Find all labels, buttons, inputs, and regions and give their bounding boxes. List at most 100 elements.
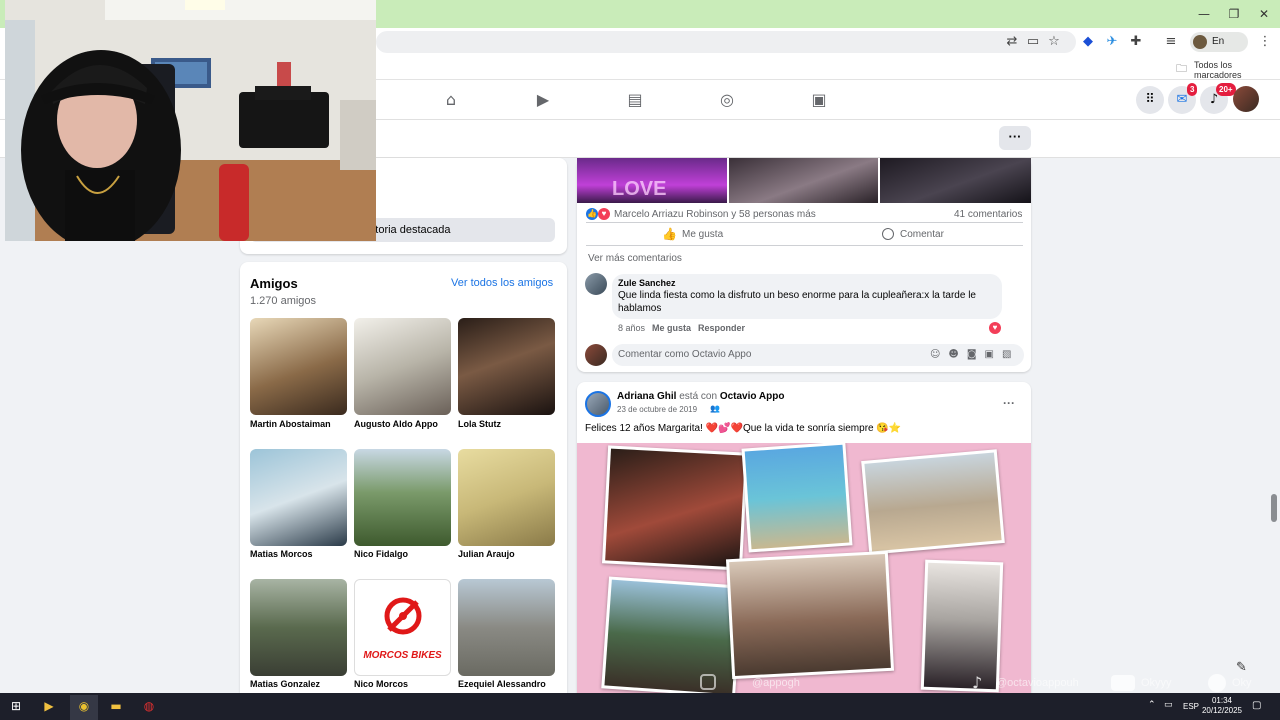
friend-photo[interactable] xyxy=(354,579,451,676)
obs-icon[interactable]: ◍ xyxy=(141,698,157,714)
see-all-friends-link[interactable]: Ver todos los amigos xyxy=(451,277,553,289)
friend-photo[interactable] xyxy=(354,449,451,546)
comment-button[interactable]: Comentar xyxy=(900,229,944,240)
new-message-edit-icon[interactable]: ✎ xyxy=(1236,660,1247,675)
chrome-icon[interactable]: ◉ xyxy=(76,698,92,714)
avatar[interactable] xyxy=(585,273,607,295)
divider xyxy=(586,245,1023,246)
friend-name[interactable]: Julian Araujo xyxy=(458,549,515,559)
see-more-comments-link[interactable]: Ver más comentarios xyxy=(588,253,682,264)
gaming-icon[interactable]: ▣ xyxy=(808,89,830,111)
reactions-summary[interactable]: Marcelo Arriazu Robinson y 58 personas m… xyxy=(614,209,816,220)
folder-icon: 🗀 xyxy=(1176,62,1187,75)
friend-name[interactable]: Matias Morcos xyxy=(250,549,313,559)
friend-name[interactable]: Lola Stutz xyxy=(458,419,501,429)
friends-count: 1.270 amigos xyxy=(250,295,317,307)
comment-reply-link[interactable]: Responder xyxy=(698,323,745,333)
friend-photo[interactable] xyxy=(250,579,347,676)
account-avatar[interactable] xyxy=(1233,86,1259,112)
friend-name[interactable]: Augusto Aldo Appo xyxy=(354,419,438,429)
audience-friends-icon: 👥 xyxy=(710,404,720,413)
love-reaction-icon: ♥ xyxy=(598,208,610,220)
language-indicator[interactable]: ESP xyxy=(1183,702,1199,711)
tray-chevron-icon[interactable]: ⌃ xyxy=(1148,700,1156,710)
windows-start-icon[interactable]: ⊞ xyxy=(8,698,24,714)
messenger-badge: 3 xyxy=(1187,83,1198,96)
post-header: Adriana Ghil está con Octavio Appo xyxy=(617,391,784,402)
photo-text: LOVE xyxy=(612,178,667,200)
clock-time: 01:34 xyxy=(1211,696,1233,705)
comment-like-link[interactable]: Me gusta xyxy=(652,323,691,333)
post-date[interactable]: 23 de octubre de 2019 xyxy=(617,405,697,414)
thumbs-up-icon: 👍 xyxy=(662,227,677,241)
post-photo[interactable] xyxy=(729,158,878,203)
close-icon[interactable]: ✕ xyxy=(1250,4,1278,24)
friend-photo[interactable] xyxy=(458,449,555,546)
comment-author[interactable]: Zule Sanchez xyxy=(618,278,676,288)
friend-photo[interactable] xyxy=(250,318,347,415)
profile-button[interactable]: En pausa xyxy=(1190,32,1248,67)
avatar xyxy=(585,344,607,366)
home-icon[interactable]: ⌂ xyxy=(440,89,462,111)
extension-icon[interactable]: ◆ xyxy=(1079,33,1097,51)
address-bar[interactable] xyxy=(376,31,1076,53)
collage-photo xyxy=(601,576,743,693)
minimize-icon[interactable]: — xyxy=(1190,4,1218,24)
friend-name[interactable]: Nico Morcos xyxy=(354,679,408,689)
friend-name[interactable]: Nico Fidalgo xyxy=(354,549,408,559)
all-bookmarks-link[interactable]: Todos los marcadores xyxy=(1194,60,1280,80)
install-app-icon[interactable]: ▭ xyxy=(1024,33,1042,51)
spotify-icon xyxy=(1208,674,1226,692)
tray-network-icon[interactable]: ▭ xyxy=(1164,700,1173,710)
maximize-icon[interactable]: ❐ xyxy=(1220,4,1248,24)
friend-name[interactable]: Matias Gonzalez xyxy=(250,679,320,689)
star-icon[interactable]: ☆ xyxy=(1045,33,1063,51)
love-reaction-icon: ♥ xyxy=(989,322,1001,334)
reading-list-icon[interactable]: ≡ xyxy=(1162,33,1180,51)
post-photo[interactable] xyxy=(880,158,1031,203)
marketplace-icon[interactable]: ▤ xyxy=(624,89,646,111)
friend-photo[interactable] xyxy=(458,318,555,415)
menu-kebab-icon[interactable]: ⋮ xyxy=(1256,33,1274,51)
divider xyxy=(586,222,1023,223)
comment-icon xyxy=(882,228,894,240)
tagged-user[interactable]: Octavio Appo xyxy=(720,391,785,402)
friend-photo[interactable] xyxy=(250,449,347,546)
video-icon[interactable]: ▶ xyxy=(532,89,554,111)
post-author[interactable]: Adriana Ghil xyxy=(617,391,676,402)
avatar[interactable] xyxy=(585,391,611,417)
like-button[interactable]: Me gusta xyxy=(682,229,723,240)
comment-text: Que linda fiesta como la disfruto un bes… xyxy=(618,290,976,314)
translate-icon[interactable]: ⇄ xyxy=(1003,33,1021,51)
friends-title: Amigos xyxy=(250,276,298,291)
media-player-icon[interactable]: ▶ xyxy=(41,698,57,714)
comments-count[interactable]: 41 comentarios xyxy=(954,209,1022,220)
instagram-handle: @appogh xyxy=(752,677,800,689)
post-options-icon[interactable]: ··· xyxy=(1003,396,1015,410)
groups-icon[interactable]: ◎ xyxy=(716,89,738,111)
friend-photo[interactable] xyxy=(458,579,555,676)
notification-center-icon[interactable]: ▢ xyxy=(1252,700,1261,711)
webcam-overlay xyxy=(5,0,376,241)
file-explorer-icon[interactable]: ▬ xyxy=(108,698,124,714)
extension-icon[interactable]: ✈ xyxy=(1103,33,1121,51)
with-label: está con xyxy=(679,391,718,402)
instagram-icon xyxy=(700,674,716,690)
post-text: Felices 12 años Margarita! ❤️💕❤️Que la v… xyxy=(585,423,902,434)
page-scrollbar[interactable] xyxy=(1271,494,1277,522)
youtube-icon xyxy=(1111,675,1135,691)
friend-photo[interactable] xyxy=(354,318,451,415)
collage-photo xyxy=(741,443,853,553)
spotify-handle: Oky xyxy=(1232,677,1252,689)
post-photo-collage[interactable] xyxy=(577,443,1031,693)
collage-photo xyxy=(920,559,1004,693)
collage-photo xyxy=(725,550,895,680)
extensions-puzzle-icon[interactable]: ✚ xyxy=(1127,33,1145,51)
tiktok-handle: @octavioappouh xyxy=(996,677,1079,689)
friend-name[interactable]: Martin Abostaiman xyxy=(250,419,331,429)
friend-name[interactable]: Ezequiel Alessandro xyxy=(458,679,546,689)
more-options-button[interactable]: ··· xyxy=(999,126,1031,150)
taskbar-clock[interactable]: 01:34 20/12/2025 xyxy=(1198,696,1246,716)
comment-tools-icons[interactable]: ☺☻◙▣▧ xyxy=(930,349,1019,360)
menu-grid-icon[interactable]: ⠿ xyxy=(1136,86,1164,114)
